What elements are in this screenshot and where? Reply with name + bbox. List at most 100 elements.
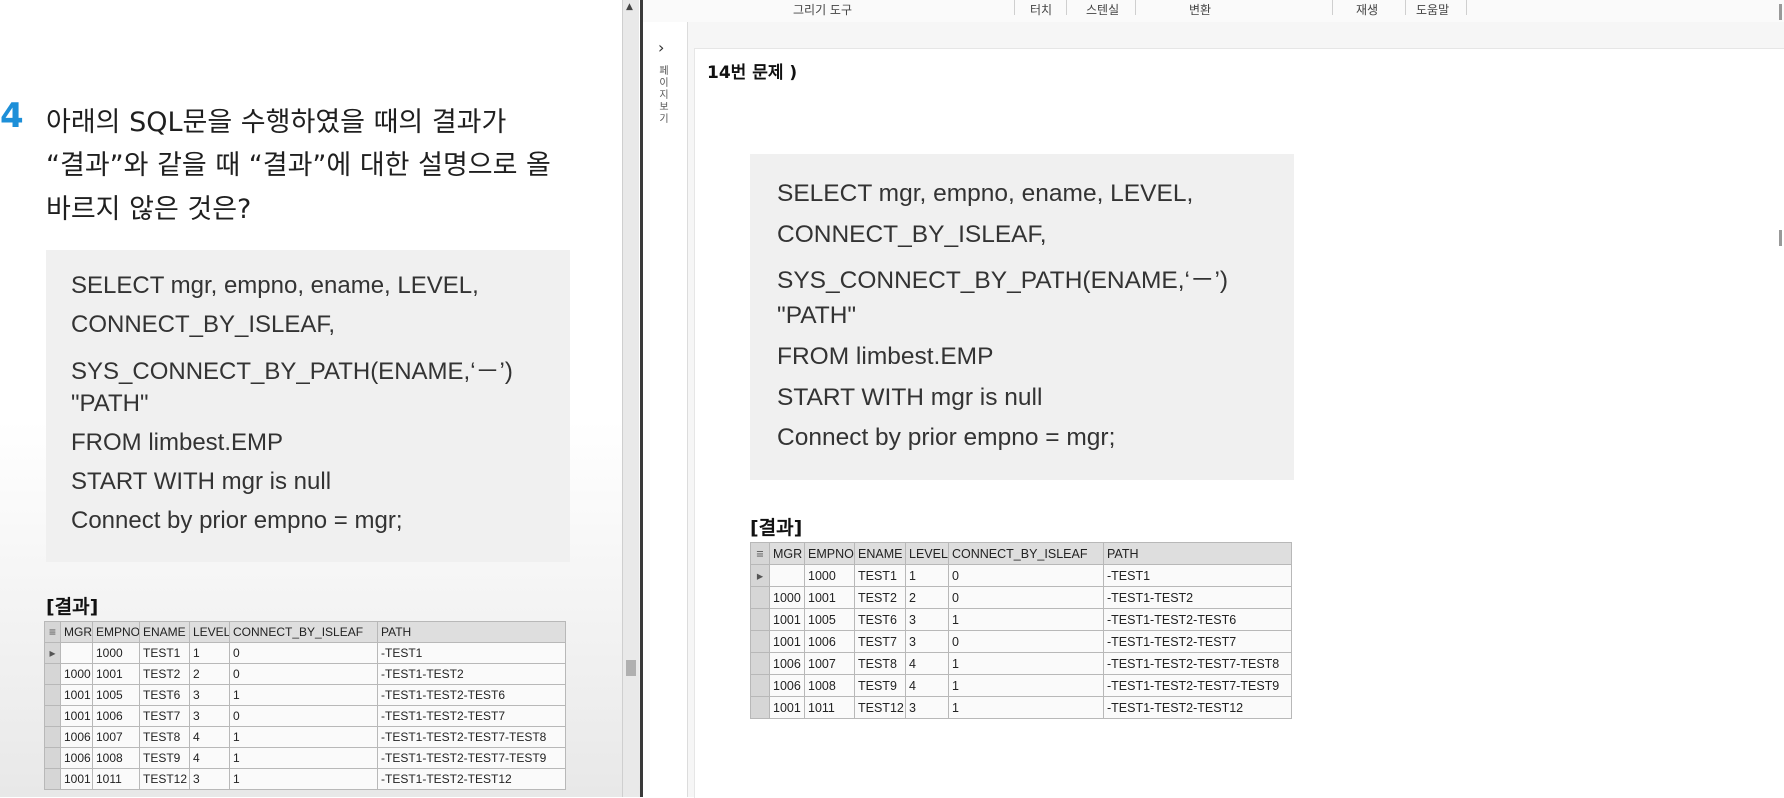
column-header[interactable]: PATH	[377, 621, 566, 643]
cell: 1006	[769, 674, 805, 697]
tab-playback[interactable]: 재생	[1356, 1, 1378, 18]
toolbar-divider	[1066, 0, 1067, 15]
side-panel: › 페이지보기	[643, 22, 688, 797]
vertical-scrollbar[interactable]: ▲	[622, 0, 639, 797]
cell: 1001	[92, 663, 140, 685]
cell: 3	[905, 630, 949, 653]
grid-header-row: ≡ MGR EMPNO ENAME LEVEL CONNECT_BY_ISLEA…	[750, 542, 1292, 565]
scroll-thumb[interactable]	[626, 660, 636, 676]
column-header[interactable]: CONNECT_BY_ISLEAF	[229, 621, 378, 643]
column-header[interactable]: ENAME	[139, 621, 190, 643]
problem-title: 14번 문제 )	[707, 63, 798, 83]
cell: 1000	[60, 663, 93, 685]
cell: -TEST1-TEST2-TEST7	[377, 705, 566, 727]
window-edge-mark	[1779, 230, 1782, 246]
column-header[interactable]: MGR	[60, 621, 93, 643]
cell: 1008	[92, 747, 140, 769]
table-row[interactable]: 1001 1011 TEST12 3 1 -TEST1-TEST2-TEST12	[750, 696, 1292, 719]
tab-help[interactable]: 도움말	[1416, 1, 1449, 18]
tab-stencil[interactable]: 스텐실	[1086, 1, 1119, 18]
cell: 0	[229, 663, 378, 685]
table-row[interactable]: ▸ 1000 TEST1 1 0 -TEST1	[44, 642, 566, 664]
column-header[interactable]: EMPNO	[92, 621, 140, 643]
sql-line: Connect by prior empno = mgr;	[71, 507, 403, 534]
cell: 1000	[804, 564, 855, 587]
table-row[interactable]: 1001 1011 TEST12 3 1 -TEST1-TEST2-TEST12	[44, 768, 566, 790]
table-row[interactable]: 1001 1006 TEST7 3 0 -TEST1-TEST2-TEST7	[750, 630, 1292, 653]
cell: 4	[905, 674, 949, 697]
result-grid: ≡ MGR EMPNO ENAME LEVEL CONNECT_BY_ISLEA…	[750, 542, 1292, 719]
tab-transform[interactable]: 변환	[1189, 1, 1211, 18]
tab-drawing-tools[interactable]: 그리기 도구	[793, 1, 852, 18]
table-row[interactable]: 1001 1005 TEST6 3 1 -TEST1-TEST2-TEST6	[750, 608, 1292, 631]
cell: 4	[189, 747, 230, 769]
sql-line: "PATH"	[71, 390, 149, 417]
cell: 1011	[92, 768, 140, 790]
cell	[60, 642, 93, 664]
column-header[interactable]: PATH	[1103, 542, 1292, 565]
cell: TEST9	[854, 674, 906, 697]
cell: -TEST1	[377, 642, 566, 664]
cell: 1	[229, 768, 378, 790]
cell: 1007	[804, 652, 855, 675]
sql-code-box: SELECT mgr, empno, ename, LEVEL, CONNECT…	[46, 250, 570, 562]
cell: 1	[229, 684, 378, 706]
table-row[interactable]: 1006 1008 TEST9 4 1 -TEST1-TEST2-TEST7-TEST9	[44, 747, 566, 769]
column-header[interactable]: MGR	[769, 542, 805, 565]
table-row[interactable]: ▸ 1000 TEST1 1 0 -TEST1	[750, 564, 1292, 587]
column-header[interactable]: EMPNO	[804, 542, 855, 565]
cell: TEST12	[854, 696, 906, 719]
table-row[interactable]: 1001 1005 TEST6 3 1 -TEST1-TEST2-TEST6	[44, 684, 566, 706]
row-pointer-icon: ▸	[750, 564, 770, 587]
cell: 1001	[769, 696, 805, 719]
column-header[interactable]: ENAME	[854, 542, 906, 565]
cell: 1000	[769, 586, 805, 609]
sql-line: Connect by prior empno = mgr;	[777, 424, 1116, 451]
table-row[interactable]: 1001 1006 TEST7 3 0 -TEST1-TEST2-TEST7	[44, 705, 566, 727]
cell: 3	[905, 608, 949, 631]
row-pointer-icon: ▸	[44, 642, 61, 664]
cell: TEST8	[139, 726, 190, 748]
cell: 1	[948, 608, 1104, 631]
cell: -TEST1-TEST2-TEST7-TEST9	[1103, 674, 1292, 697]
cell: 1007	[92, 726, 140, 748]
cell: 1001	[769, 608, 805, 631]
sql-line: FROM limbest.EMP	[71, 429, 284, 456]
scroll-up-icon[interactable]: ▲	[626, 2, 633, 12]
table-row[interactable]: 1006 1007 TEST8 4 1 -TEST1-TEST2-TEST7-TEST8	[44, 726, 566, 748]
cell: 1000	[92, 642, 140, 664]
column-header[interactable]: LEVEL	[189, 621, 230, 643]
grid-menu-icon[interactable]: ≡	[750, 542, 770, 565]
cell: -TEST1-TEST2	[377, 663, 566, 685]
cell: -TEST1-TEST2-TEST12	[377, 768, 566, 790]
table-row[interactable]: 1006 1008 TEST9 4 1 -TEST1-TEST2-TEST7-TEST9	[750, 674, 1292, 697]
cell: 4	[189, 726, 230, 748]
column-header[interactable]: LEVEL	[905, 542, 949, 565]
sql-line: START WITH mgr is null	[777, 384, 1043, 411]
expand-chevron-icon[interactable]: ›	[658, 38, 664, 57]
cell	[769, 564, 805, 587]
question-number: 4	[0, 96, 24, 136]
toolbar-divider	[1014, 0, 1015, 15]
cell: TEST6	[139, 684, 190, 706]
cell: 1	[948, 674, 1104, 697]
cell: 1	[189, 642, 230, 664]
sql-line: CONNECT_BY_ISLEAF,	[777, 221, 1047, 248]
column-header[interactable]: CONNECT_BY_ISLEAF	[948, 542, 1104, 565]
cell: 1008	[804, 674, 855, 697]
cell: -TEST1-TEST2	[1103, 586, 1292, 609]
cell: 4	[905, 652, 949, 675]
tab-touch[interactable]: 터치	[1030, 1, 1052, 18]
table-row[interactable]: 1006 1007 TEST8 4 1 -TEST1-TEST2-TEST7-TEST8	[750, 652, 1292, 675]
textbook-page: 4 아래의 SQL문을 수행하였을 때의 결과가 “결과”와 같을 때 “결과”…	[0, 0, 643, 797]
cell: 1005	[92, 684, 140, 706]
cell: 3	[189, 705, 230, 727]
table-row[interactable]: 1000 1001 TEST2 2 0 -TEST1-TEST2	[44, 663, 566, 685]
sql-line: "PATH"	[777, 302, 857, 329]
question-line: 아래의 SQL문을 수행하였을 때의 결과가	[46, 107, 507, 138]
sql-line: CONNECT_BY_ISLEAF,	[71, 311, 336, 338]
cell: 1011	[804, 696, 855, 719]
side-panel-label[interactable]: 페이지보기	[657, 66, 671, 126]
table-row[interactable]: 1000 1001 TEST2 2 0 -TEST1-TEST2	[750, 586, 1292, 609]
grid-menu-icon[interactable]: ≡	[44, 621, 61, 643]
